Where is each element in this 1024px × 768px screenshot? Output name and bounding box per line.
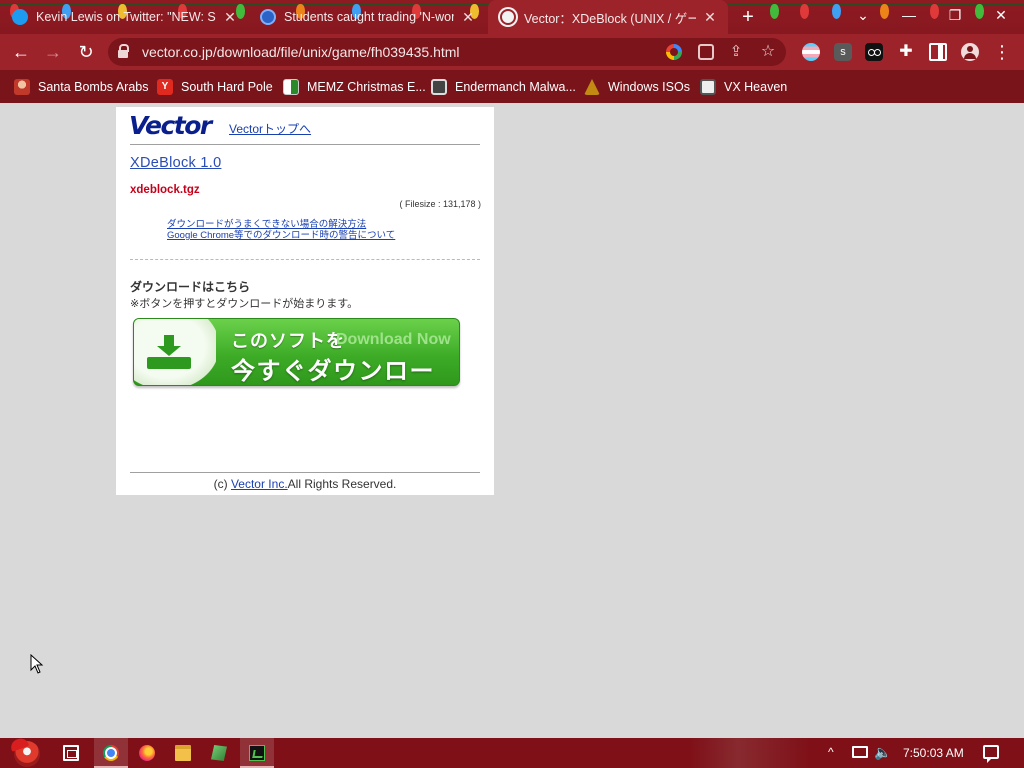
taskbar-firefox[interactable]: [130, 738, 164, 768]
tab-vector-active[interactable]: Vector：XDeBlock (UNIX / ゲーム) ✕: [488, 0, 728, 34]
tray-overflow-chevron-icon[interactable]: ^: [828, 745, 834, 759]
bookmark-label: Endermanch Malwa...: [455, 80, 576, 94]
google-lens-icon[interactable]: [666, 44, 682, 60]
task-view-button[interactable]: [54, 738, 88, 768]
lock-icon[interactable]: [118, 44, 129, 58]
vector-download-page: Vector Vectorトップへ XDeBlock 1.0 xdeblock.…: [116, 107, 494, 495]
section-divider: [130, 259, 480, 260]
forward-button[interactable]: →: [40, 39, 66, 65]
vector-logo[interactable]: Vector: [129, 111, 221, 140]
tab-twitter[interactable]: Kevin Lewis on Twitter: "NEW: St ✕: [0, 0, 248, 34]
yandex-icon: Y: [157, 79, 173, 95]
download-button-line2: 今すぐダウンロード: [231, 358, 435, 385]
terminal-icon: [249, 745, 265, 761]
taskbar-minecraft[interactable]: [202, 738, 236, 768]
bookmark-label: MEMZ Christmas E...: [307, 80, 426, 94]
copyright-footer: (c) Vector Inc.All Rights Reserved.: [116, 477, 494, 491]
task-view-icon: [63, 745, 79, 761]
download-heading: ダウンロードはこちら: [130, 280, 251, 294]
taskbar-terminal[interactable]: [240, 738, 274, 768]
extension-flag-icon[interactable]: [802, 43, 820, 61]
browser-toolbar: ← → ↻ vector.co.jp/download/file/unix/ga…: [0, 34, 1024, 70]
bookmark-star-icon[interactable]: ☆: [760, 44, 776, 60]
minecraft-icon: [211, 745, 227, 761]
notifications-icon[interactable]: [983, 745, 999, 763]
chrome-warning-link[interactable]: Google Chrome等でのダウンロード時の警告について: [167, 227, 395, 241]
extensions-puzzle-icon[interactable]: ✚: [897, 43, 915, 61]
footer-divider: [130, 472, 480, 473]
bookmark-label: Windows ISOs: [608, 80, 690, 94]
download-icon-panel: [134, 319, 216, 385]
download-arrow-icon: [147, 335, 191, 369]
tab-close-icon[interactable]: ✕: [460, 9, 476, 25]
profile-avatar-icon[interactable]: [961, 43, 979, 61]
reload-button[interactable]: ↻: [73, 39, 99, 65]
copyright-prefix: (c): [213, 477, 228, 491]
file-size: ( Filesize : 131,178 ): [399, 199, 481, 209]
download-now-button[interactable]: このソフトを Download Now 今すぐダウンロード: [133, 318, 460, 386]
endermanch-icon: [431, 79, 447, 95]
url-text[interactable]: vector.co.jp/download/file/unix/game/fh0…: [142, 44, 460, 60]
chrome-icon: [103, 745, 119, 761]
bookmark-south-hard-pole[interactable]: Y South Hard Pole: [157, 77, 273, 97]
new-tab-button[interactable]: +: [737, 6, 759, 28]
windows-taskbar: ^ 🔈 7:50:03 AM: [0, 736, 1024, 768]
bookmark-windows-isos[interactable]: Windows ISOs: [584, 77, 690, 97]
bookmark-label: VX Heaven: [724, 80, 788, 94]
tab-close-icon[interactable]: ✕: [702, 9, 718, 25]
tab-title: Vector：XDeBlock (UNIX / ゲーム): [524, 11, 696, 26]
vector-top-link[interactable]: Vectorトップへ: [229, 120, 311, 137]
download-note: ※ボタンを押すとダウンロードが始まります。: [130, 298, 359, 310]
taskbar-wallpaper-glow: [690, 738, 810, 768]
software-title-link[interactable]: XDeBlock 1.0: [130, 155, 221, 171]
bookmark-memz-christmas[interactable]: MEMZ Christmas E...: [283, 77, 426, 97]
minimize-button[interactable]: —: [886, 0, 932, 30]
close-window-button[interactable]: ✕: [978, 0, 1024, 30]
bookmark-endermanch-malware[interactable]: Endermanch Malwa...: [431, 77, 576, 97]
bookmarks-bar: Santa Bombs Arabs Y South Hard Pole MEMZ…: [0, 70, 1024, 103]
tab-title: Students caught trading 'N-word': [284, 10, 454, 24]
share-icon[interactable]: ⇪: [728, 44, 744, 60]
vx-heaven-icon: [700, 79, 716, 95]
tab-title: Kevin Lewis on Twitter: "NEW: St: [36, 10, 216, 24]
start-button[interactable]: [8, 736, 46, 768]
globe-icon: [500, 9, 516, 25]
back-button[interactable]: ←: [8, 39, 34, 65]
menu-kebab-icon[interactable]: ⋮: [993, 43, 1011, 61]
side-panel-icon[interactable]: [929, 43, 947, 61]
vector-inc-link[interactable]: Vector Inc.: [231, 477, 288, 491]
translate-icon[interactable]: [698, 44, 714, 60]
file-name: xdeblock.tgz: [130, 184, 200, 196]
taskbar-chrome[interactable]: [94, 738, 128, 768]
bookmark-label: South Hard Pole: [181, 80, 273, 94]
twitter-icon: [12, 9, 28, 25]
tab-students-article[interactable]: Students caught trading 'N-word' ✕: [248, 0, 486, 34]
address-bar[interactable]: vector.co.jp/download/file/unix/game/fh0…: [108, 38, 786, 66]
network-icon[interactable]: [852, 746, 868, 758]
volume-icon[interactable]: 🔈: [874, 744, 891, 761]
bookmark-vx-heaven[interactable]: VX Heaven: [700, 77, 787, 97]
vector-logo-text: Vector: [129, 111, 212, 140]
extension-s-icon[interactable]: s: [834, 43, 852, 61]
tab-strip: Kevin Lewis on Twitter: "NEW: St ✕ Stude…: [0, 0, 1024, 34]
browser-frame: Kevin Lewis on Twitter: "NEW: St ✕ Stude…: [0, 0, 1024, 103]
header-divider: [130, 144, 480, 145]
firefox-icon: [139, 745, 155, 761]
santa-icon: [14, 79, 30, 95]
bookmark-santa-bombs-arabs[interactable]: Santa Bombs Arabs: [14, 77, 148, 97]
extension-eyes-icon[interactable]: [865, 43, 883, 61]
taskbar-clock[interactable]: 7:50:03 AM: [903, 746, 964, 760]
copyright-suffix: All Rights Reserved.: [287, 477, 397, 491]
folder-icon: [175, 745, 191, 761]
bookmark-label: Santa Bombs Arabs: [38, 80, 149, 94]
tab-close-icon[interactable]: ✕: [222, 9, 238, 25]
download-button-line1: このソフトを: [231, 331, 345, 351]
memz-icon: [283, 79, 299, 95]
windows-isos-icon: [584, 79, 600, 95]
taskbar-file-explorer[interactable]: [166, 738, 200, 768]
restore-button[interactable]: ❐: [932, 0, 978, 30]
tab-search-chevron-icon[interactable]: ⌄: [840, 0, 886, 30]
download-button-english: Download Now: [336, 331, 451, 348]
ie-icon: [260, 9, 276, 25]
